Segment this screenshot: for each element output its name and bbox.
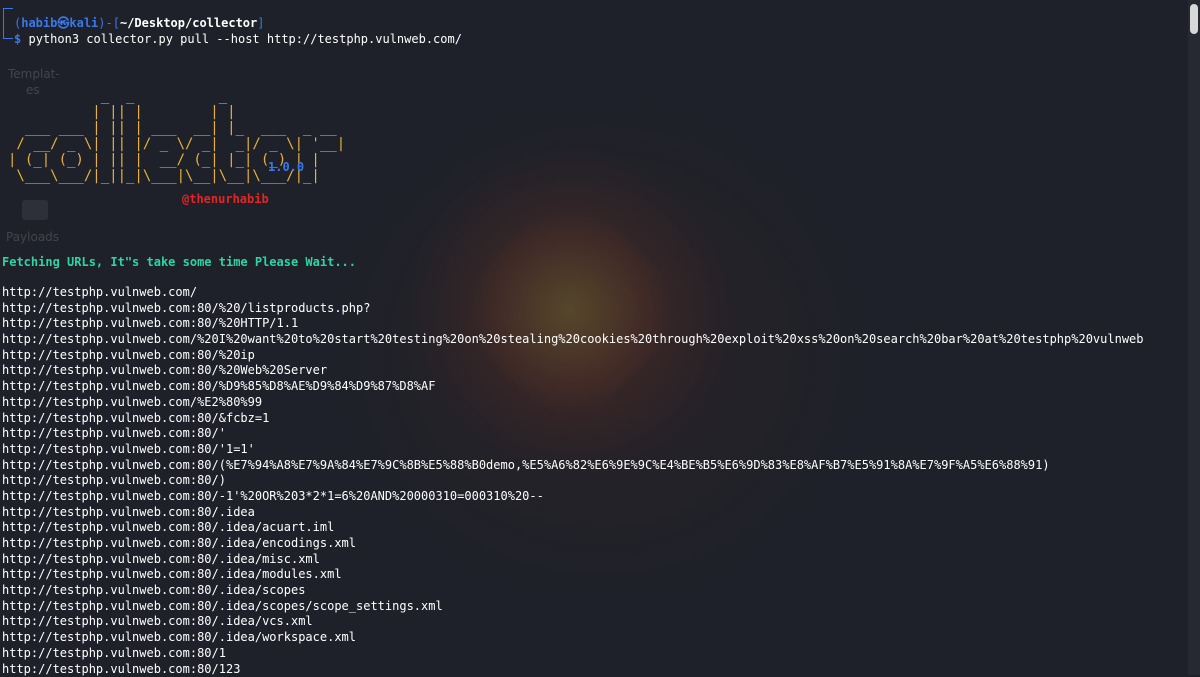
- url-line: http://testphp.vulnweb.com/%20I%20want%2…: [2, 332, 1144, 348]
- url-line: http://testphp.vulnweb.com:80/%20Web%20S…: [2, 363, 1144, 379]
- url-line: http://testphp.vulnweb.com/%E2%80%99: [2, 395, 1144, 411]
- prompt-bracket-close: ]: [257, 16, 264, 30]
- url-line: http://testphp.vulnweb.com:80/&fcbz=1: [2, 411, 1144, 427]
- url-line: http://testphp.vulnweb.com:80/%20ip: [2, 348, 1144, 364]
- prompt-dollar: $: [14, 32, 21, 46]
- url-line: http://testphp.vulnweb.com:80/.idea/work…: [2, 630, 1144, 646]
- prompt-path: ~/Desktop/collector: [120, 16, 257, 30]
- url-line: http://testphp.vulnweb.com:80/.idea/scop…: [2, 583, 1144, 599]
- url-line: http://testphp.vulnweb.com:80/.idea/acua…: [2, 520, 1144, 536]
- url-line: http://testphp.vulnweb.com:80/'1=1': [2, 442, 1144, 458]
- url-output-list: http://testphp.vulnweb.com/http://testph…: [2, 285, 1144, 677]
- url-line: http://testphp.vulnweb.com:80/-1'%20OR%2…: [2, 489, 1144, 505]
- prompt-at-icon: ㉿: [57, 16, 69, 30]
- prompt-close-paren: ): [98, 16, 105, 30]
- url-line: http://testphp.vulnweb.com:80/%D9%85%D8%…: [2, 379, 1144, 395]
- terminal-window[interactable]: (habib㉿kali)-[~/Desktop/collector] $ pyt…: [0, 0, 1188, 675]
- command-text: python3 collector.py pull --host http://…: [28, 32, 461, 46]
- scrollbar-thumb[interactable]: [1190, 4, 1198, 34]
- url-line: http://testphp.vulnweb.com:80/): [2, 473, 1144, 489]
- url-line: http://testphp.vulnweb.com/: [2, 285, 1144, 301]
- prompt-header: (habib㉿kali)-[~/Desktop/collector]: [14, 15, 264, 31]
- terminal-scrollbar[interactable]: [1188, 0, 1200, 675]
- url-line: http://testphp.vulnweb.com:80/.idea: [2, 505, 1144, 521]
- author-handle: @thenurhabib: [182, 192, 269, 206]
- command-line: $ python3 collector.py pull --host http:…: [14, 31, 462, 47]
- url-line: http://testphp.vulnweb.com:80/.idea/misc…: [2, 552, 1144, 568]
- status-message: Fetching URLs, It"s take some time Pleas…: [2, 254, 356, 270]
- prompt-bracket-open: -[: [106, 16, 120, 30]
- url-line: http://testphp.vulnweb.com:80/.idea/scop…: [2, 599, 1144, 615]
- prompt-host: kali: [69, 16, 98, 30]
- version-label: 1.0.0: [268, 160, 304, 174]
- prompt-user: habib: [21, 16, 57, 30]
- url-line: http://testphp.vulnweb.com:80/%20/listpr…: [2, 301, 1144, 317]
- url-line: http://testphp.vulnweb.com:80/1: [2, 646, 1144, 662]
- url-line: http://testphp.vulnweb.com:80/.idea/vcs.…: [2, 614, 1144, 630]
- url-line: http://testphp.vulnweb.com:80/(%E7%94%A8…: [2, 458, 1144, 474]
- url-line: http://testphp.vulnweb.com:80/.idea/modu…: [2, 567, 1144, 583]
- url-line: http://testphp.vulnweb.com:80/%20HTTP/1.…: [2, 316, 1144, 332]
- url-line: http://testphp.vulnweb.com:80/.idea/enco…: [2, 536, 1144, 552]
- prompt-frame: [3, 8, 13, 39]
- url-line: http://testphp.vulnweb.com:80/': [2, 426, 1144, 442]
